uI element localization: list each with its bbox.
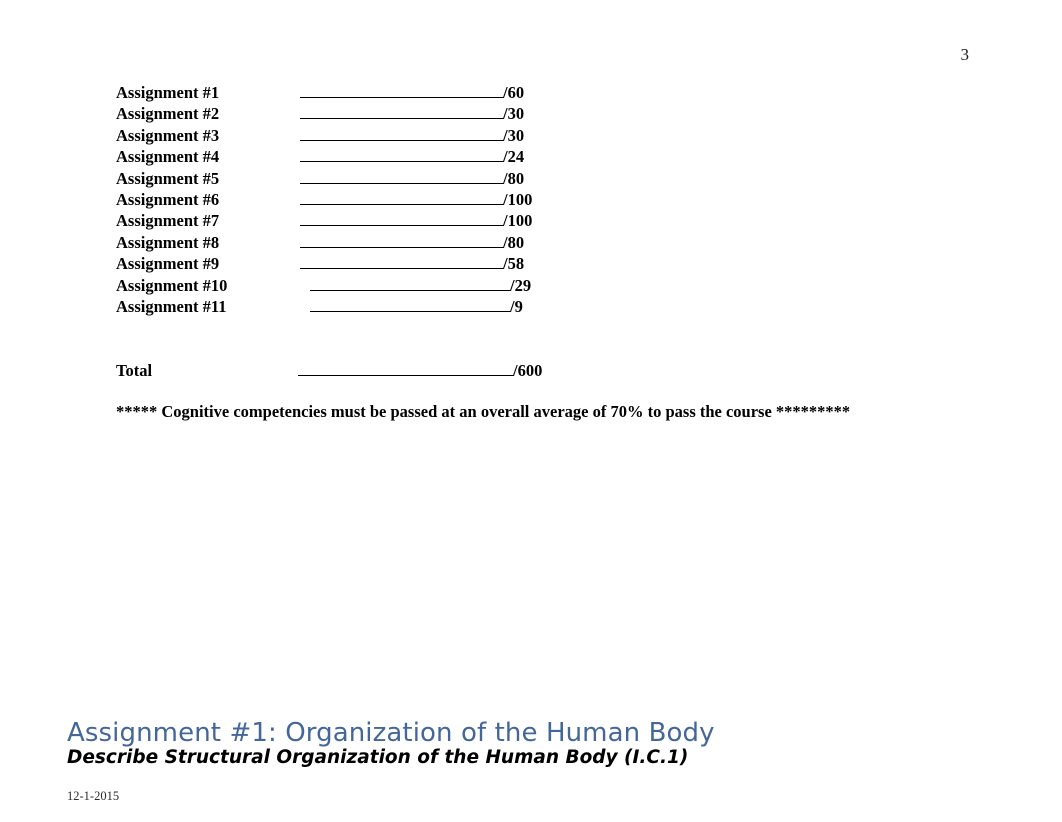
grade-row: Assignment #4/24 (116, 147, 916, 168)
assignment-score-blank[interactable] (300, 233, 503, 248)
page-number: 3 (960, 45, 970, 64)
assignment-label: Assignment #4 (116, 147, 220, 167)
competency-note: ***** Cognitive competencies must be pas… (116, 402, 851, 421)
document-page: 3 Assignment #1/60 Assignment #2/30 Assign… (0, 0, 1062, 822)
assignment-score-blank[interactable] (310, 276, 510, 291)
assignment-score-blank[interactable] (300, 126, 503, 141)
grade-row: Assignment #11/9 (116, 297, 916, 318)
assignment-score-blank[interactable] (310, 297, 510, 312)
grade-row: Assignment #2/30 (116, 104, 916, 125)
grade-row: Assignment #3/30 (116, 126, 916, 147)
grade-row: Assignment #7/100 (116, 211, 916, 232)
assignment-points-possible: /58 (503, 254, 525, 274)
assignment-label: Assignment #3 (116, 125, 220, 145)
assignment-label: Assignment #9 (116, 254, 220, 274)
assignment-points-possible: /100 (503, 189, 533, 209)
grade-row: Assignment #5/80 (116, 169, 916, 190)
grade-row: Assignment #1/60 (116, 83, 916, 104)
assignment-score-blank[interactable] (300, 104, 503, 120)
footer-date: 12-1-2015 (67, 789, 120, 803)
assignment-label: Assignment #5 (116, 168, 220, 188)
assignment-points-possible: /30 (503, 104, 525, 124)
assignment-label: Assignment #6 (116, 189, 220, 209)
assignment-points-possible: /30 (503, 125, 525, 145)
total-row: Total /600 (116, 361, 916, 382)
assignment-score-blank[interactable] (300, 190, 503, 205)
assignment-subheading: Describe Structural Organization of the … (67, 747, 689, 768)
assignment-points-possible: /29 (510, 275, 532, 295)
assignment-heading: Assignment #1: Organization of the Human… (67, 718, 715, 748)
total-label: Total (116, 361, 153, 381)
grade-table: Assignment #1/60 Assignment #2/30 Assignme… (116, 83, 916, 318)
total-block: Total /600 (116, 361, 916, 382)
assignment-score-blank[interactable] (300, 169, 503, 184)
assignment-score-blank[interactable] (300, 211, 503, 227)
grade-row: Assignment #10/29 (116, 276, 916, 297)
assignment-label: Assignment #2 (116, 104, 220, 124)
assignment-label: Assignment #7 (116, 211, 220, 231)
total-points-possible: /600 (513, 361, 543, 381)
assignment-label: Assignment #1 (116, 83, 220, 103)
assignment-label: Assignment #8 (116, 232, 220, 252)
assignment-points-possible: /24 (503, 147, 525, 167)
assignment-points-possible: /60 (503, 83, 525, 103)
assignment-label: Assignment #10 (116, 275, 228, 295)
assignment-points-possible: /80 (503, 232, 525, 252)
assignment-score-blank[interactable] (300, 147, 503, 163)
assignment-score-blank[interactable] (300, 83, 503, 99)
assignment-label: Assignment #11 (116, 296, 227, 316)
total-score-blank[interactable] (298, 361, 513, 377)
assignment-points-possible: /9 (510, 296, 523, 316)
grade-row: Assignment #8/80 (116, 233, 916, 254)
assignment-score-blank[interactable] (300, 254, 503, 270)
assignment-points-possible: /80 (503, 168, 525, 188)
assignment-points-possible: /100 (503, 211, 533, 231)
grade-row: Assignment #6/100 (116, 190, 916, 211)
grade-row: Assignment #9/58 (116, 254, 916, 275)
